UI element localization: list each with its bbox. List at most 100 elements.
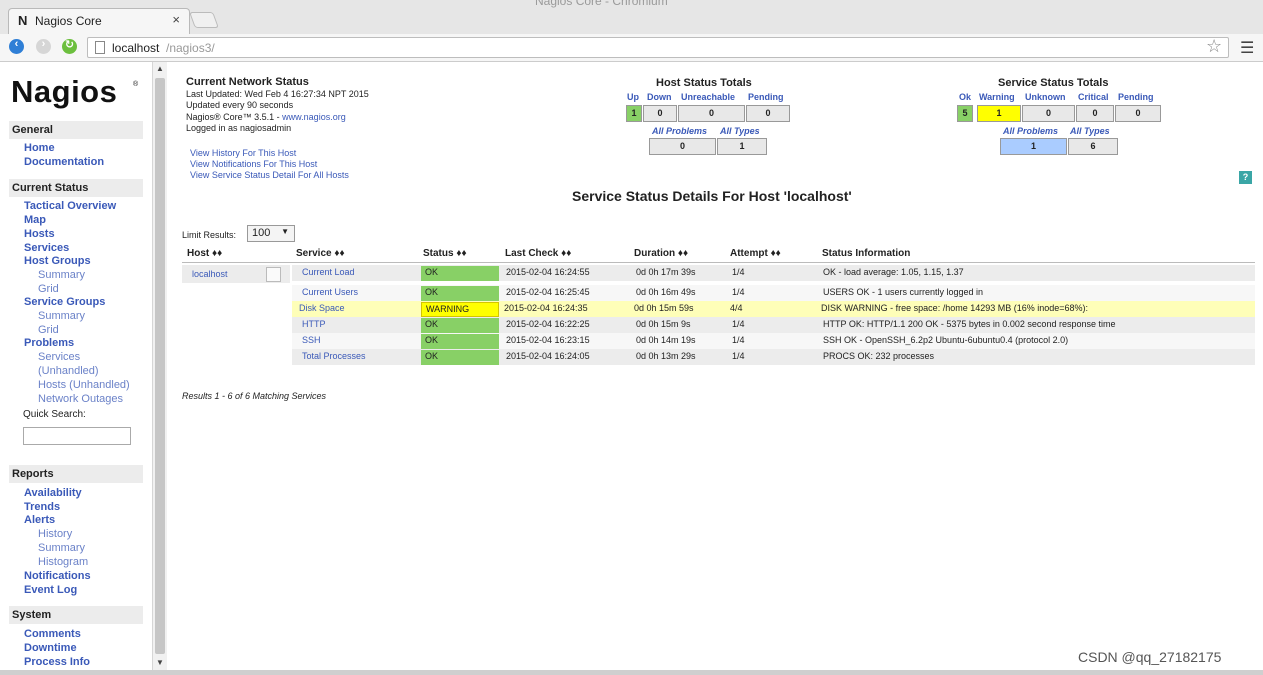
nav-alerts-summary[interactable]: Summary [38, 542, 85, 554]
service-totals-pending-header[interactable]: Pending [1118, 92, 1154, 102]
nav-host-groups-summary[interactable]: Summary [38, 269, 85, 281]
host-all-problems-header[interactable]: All Problems [652, 126, 707, 136]
nav-availability[interactable]: Availability [24, 487, 82, 499]
nav-problems-services-unhandled[interactable]: (Unhandled) [38, 365, 99, 377]
service-totals-unknown-header[interactable]: Unknown [1025, 92, 1066, 102]
nav-event-log[interactable]: Event Log [24, 584, 77, 596]
service-link[interactable]: Total Processes [302, 351, 366, 361]
nagios-favicon-icon: N [18, 13, 28, 28]
service-critical-count[interactable]: 0 [1076, 105, 1114, 122]
close-icon[interactable]: × [172, 12, 180, 27]
nav-alerts-history[interactable]: History [38, 528, 72, 540]
nav-alerts-histogram[interactable]: Histogram [38, 556, 88, 568]
last-check: 2015-02-04 16:25:45 [506, 287, 590, 297]
service-link[interactable]: Disk Space [299, 303, 345, 313]
back-icon[interactable]: ‹ [9, 38, 24, 54]
service-warning-count[interactable]: 1 [977, 105, 1021, 122]
nav-documentation[interactable]: Documentation [24, 156, 104, 168]
host-link[interactable]: localhost [192, 269, 228, 279]
host-totals-up-header[interactable]: Up [627, 92, 639, 102]
service-all-problems-count[interactable]: 1 [1000, 138, 1067, 155]
sort-icon[interactable]: ♦♦ [678, 248, 688, 259]
nav-services[interactable]: Services [24, 242, 69, 254]
service-totals-title: Service Status Totals [998, 77, 1109, 89]
nagios-logo[interactable]: Nagios [11, 74, 117, 110]
view-notifications-link[interactable]: View Notifications For This Host [190, 159, 349, 170]
forward-icon[interactable]: › [36, 38, 51, 54]
address-bar[interactable]: localhost /nagios3/ [87, 37, 1229, 58]
sort-icon[interactable]: ♦♦ [771, 248, 781, 259]
sort-icon[interactable]: ♦♦ [334, 248, 344, 259]
nav-map[interactable]: Map [24, 214, 46, 226]
column-header-last-check-label: Last Check [505, 248, 559, 259]
nav-notifications[interactable]: Notifications [24, 570, 91, 582]
column-header-service-label: Service [296, 248, 332, 259]
nav-process-info[interactable]: Process Info [24, 656, 90, 668]
nav-network-outages[interactable]: Network Outages [38, 393, 123, 405]
host-all-types-header[interactable]: All Types [720, 126, 760, 136]
nav-problems[interactable]: Problems [24, 337, 74, 349]
attempt: 4/4 [730, 303, 743, 313]
service-ok-count[interactable]: 5 [957, 105, 973, 122]
nav-tactical-overview[interactable]: Tactical Overview [24, 200, 116, 212]
status-information: PROCS OK: 232 processes [823, 351, 935, 361]
service-all-problems-header[interactable]: All Problems [1003, 126, 1058, 136]
reload-icon[interactable]: ↻ [62, 39, 77, 54]
scroll-thumb[interactable] [155, 78, 165, 654]
service-totals-critical-header[interactable]: Critical [1078, 92, 1109, 102]
nav-problems-hosts-unhandled[interactable]: Hosts (Unhandled) [38, 379, 130, 391]
host-totals-down-header[interactable]: Down [647, 92, 672, 102]
table-divider [182, 262, 1255, 263]
host-down-count[interactable]: 0 [643, 105, 677, 122]
help-icon[interactable]: ? [1239, 171, 1252, 184]
browser-tab[interactable]: N Nagios Core × [8, 8, 190, 34]
service-pending-count[interactable]: 0 [1115, 105, 1161, 122]
host-all-problems-count[interactable]: 0 [649, 138, 716, 155]
nagios-org-link[interactable]: www.nagios.org [282, 112, 346, 122]
nav-service-groups-summary[interactable]: Summary [38, 310, 85, 322]
host-totals-pending-header[interactable]: Pending [748, 92, 784, 102]
nav-service-groups-grid[interactable]: Grid [38, 324, 59, 336]
scroll-down-icon[interactable]: ▼ [156, 658, 164, 667]
nav-downtime[interactable]: Downtime [24, 642, 77, 654]
nav-host-groups-grid[interactable]: Grid [38, 283, 59, 295]
service-unknown-count[interactable]: 0 [1022, 105, 1075, 122]
host-cell: localhost [182, 265, 290, 283]
service-totals-warning-header[interactable]: Warning [979, 92, 1015, 102]
host-pending-count[interactable]: 0 [746, 105, 790, 122]
nav-trends[interactable]: Trends [24, 501, 60, 513]
nav-home[interactable]: Home [24, 142, 55, 154]
table-row: SSH OK 2015-02-04 16:23:15 0d 0h 14m 19s… [292, 333, 1255, 349]
nav-comments[interactable]: Comments [24, 628, 81, 640]
service-all-types-count[interactable]: 6 [1068, 138, 1118, 155]
service-totals-ok-header[interactable]: Ok [959, 92, 971, 102]
scroll-up-icon[interactable]: ▲ [156, 64, 164, 73]
host-totals-unreachable-header[interactable]: Unreachable [681, 92, 735, 102]
view-history-link[interactable]: View History For This Host [190, 148, 349, 159]
service-link[interactable]: SSH [302, 335, 321, 345]
service-link[interactable]: Current Load [302, 267, 355, 277]
last-check: 2015-02-04 16:24:35 [504, 303, 588, 313]
new-tab-button[interactable] [189, 12, 219, 28]
quick-search-input[interactable] [23, 427, 131, 445]
service-link[interactable]: Current Users [302, 287, 358, 297]
sidebar-scrollbar[interactable]: ▲ ▼ [152, 62, 167, 670]
nav-problems-services[interactable]: Services [38, 351, 80, 363]
nav-host-groups[interactable]: Host Groups [24, 255, 91, 267]
nav-hosts[interactable]: Hosts [24, 228, 55, 240]
menu-icon[interactable]: ☰ [1240, 38, 1254, 58]
sort-icon[interactable]: ♦♦ [561, 248, 571, 259]
sort-icon[interactable]: ♦♦ [456, 248, 466, 259]
service-link[interactable]: HTTP [302, 319, 326, 329]
service-all-types-header[interactable]: All Types [1070, 126, 1110, 136]
limit-results-select[interactable]: 100 ▼ [247, 225, 295, 242]
host-unreachable-count[interactable]: 0 [678, 105, 745, 122]
star-icon[interactable]: ☆ [1206, 36, 1222, 57]
nav-alerts[interactable]: Alerts [24, 514, 55, 526]
nav-service-groups[interactable]: Service Groups [24, 296, 105, 308]
view-service-detail-link[interactable]: View Service Status Detail For All Hosts [190, 170, 349, 181]
sort-icon[interactable]: ♦♦ [212, 248, 222, 259]
host-all-types-count[interactable]: 1 [717, 138, 767, 155]
table-row: Current Load OK 2015-02-04 16:24:55 0d 0… [292, 265, 1255, 281]
host-up-count[interactable]: 1 [626, 105, 642, 122]
